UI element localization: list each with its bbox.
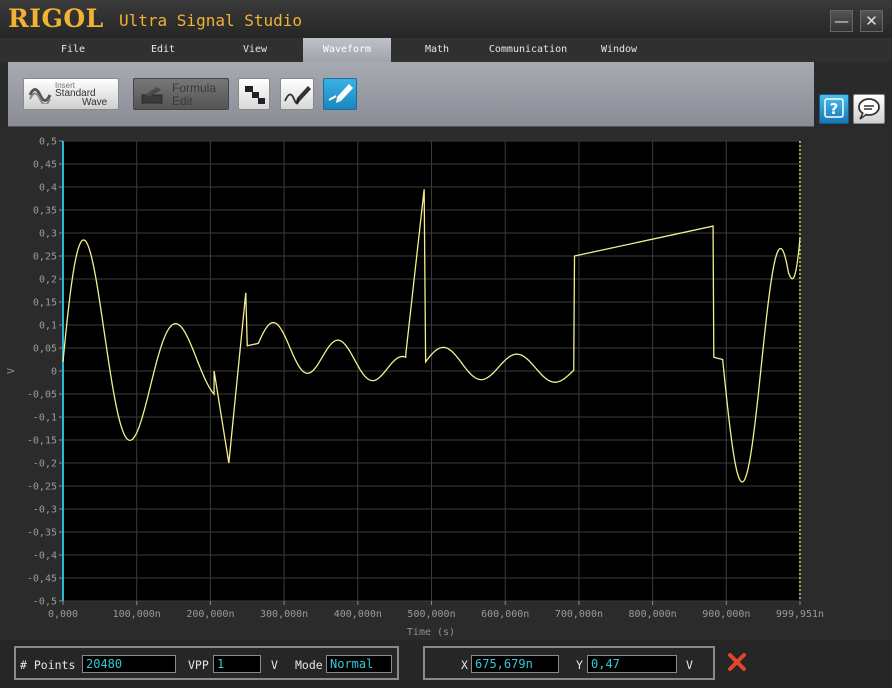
- points-label: # Points: [20, 658, 76, 672]
- x-tick-label: 600,000n: [481, 609, 529, 620]
- vpp-unit: V: [271, 658, 278, 672]
- mode-field[interactable]: Normal: [326, 655, 392, 673]
- y-tick-label: 0,5: [39, 137, 57, 148]
- help-icon: ?: [824, 98, 844, 118]
- waveform-chart[interactable]: 0,5 0,45 0,4 0,35 0,3 0,25 0,2 0,15 0,1 0,05 0 -0,0…: [0, 128, 892, 640]
- x-tick-label: 500,000n: [407, 609, 455, 620]
- x-tick-label: 700,000n: [555, 609, 603, 620]
- cursor-y-unit: V: [686, 658, 693, 672]
- y-tick-label: 0,45: [33, 160, 57, 171]
- x-tick-label: 400,000n: [334, 609, 382, 620]
- y-tick-label: 0: [51, 367, 57, 378]
- y-axis-ticks: 0,5 0,45 0,4 0,35 0,3 0,25 0,2 0,15 0,1 0,05 0 -0,0…: [27, 137, 63, 608]
- pencil-line-icon: [328, 84, 353, 103]
- cursor-x-label: X: [461, 658, 468, 672]
- y-tick-label: -0,45: [27, 574, 57, 585]
- menu-view[interactable]: View: [220, 38, 290, 62]
- y-tick-label: 0,4: [39, 183, 57, 194]
- app-title: Ultra Signal Studio: [119, 11, 303, 30]
- y-tick-label: 0,15: [33, 298, 57, 309]
- y-tick-label: 0,3: [39, 229, 57, 240]
- x-tick-label: 0,000: [48, 609, 78, 620]
- formula-edit-line2: Edit: [172, 94, 193, 108]
- insert-standard-wave-button[interactable]: Insert Standard Wave: [23, 78, 119, 110]
- menu-communication[interactable]: Communication: [480, 38, 576, 62]
- close-window-button[interactable]: ✕: [860, 10, 883, 32]
- y-tick-label: 0,1: [39, 321, 57, 332]
- feedback-button[interactable]: [853, 94, 885, 124]
- grid-lines: [62, 140, 801, 602]
- help-glyph: ?: [830, 100, 839, 118]
- vpp-label: VPP: [188, 658, 209, 672]
- menu-window[interactable]: Window: [584, 38, 654, 62]
- cursor-x-field[interactable]: 675,679n: [471, 655, 559, 673]
- x-tick-label: 800,000n: [629, 609, 677, 620]
- x-tick-label: 999,951n: [776, 609, 824, 620]
- menu-waveform[interactable]: Waveform: [303, 38, 391, 62]
- insert-wave-line3: Wave: [82, 97, 108, 108]
- x-tick-label: 300,000n: [260, 609, 308, 620]
- menu-math[interactable]: Math: [402, 38, 472, 62]
- y-tick-label: 0,25: [33, 252, 57, 263]
- waveform-toolbar: [8, 62, 814, 127]
- x-tick-label: 900,000n: [702, 609, 750, 620]
- y-tick-label: -0,25: [27, 482, 57, 493]
- formula-edit-icon: [141, 87, 163, 104]
- y-tick-label: 0,05: [33, 344, 57, 355]
- staircase-icon: [245, 86, 265, 104]
- mode-label: Mode: [295, 658, 323, 672]
- x-axis-ticks: 0,000 100,000n 200,000n 300,000n 400,000n 500…: [48, 601, 824, 620]
- formula-edit-line1: Formula: [172, 81, 217, 95]
- x-tick-label: 200,000n: [186, 609, 234, 620]
- y-tick-label: -0,35: [27, 528, 57, 539]
- sine-wave-icon: [28, 88, 52, 104]
- y-tick-label: 0,2: [39, 275, 57, 286]
- cursor-y-label: Y: [576, 658, 583, 672]
- points-field[interactable]: 20480: [82, 655, 176, 673]
- y-tick-label: -0,05: [27, 390, 57, 401]
- pencil-curve-icon: [284, 86, 311, 105]
- help-button[interactable]: ?: [819, 94, 849, 124]
- menu-file[interactable]: File: [38, 38, 108, 62]
- y-tick-label: -0,2: [33, 459, 57, 470]
- cursor-y-field[interactable]: 0,47: [587, 655, 677, 673]
- y-axis-label: V: [6, 368, 17, 374]
- freehand-draw-button[interactable]: [280, 78, 314, 110]
- vpp-field[interactable]: 1: [213, 655, 261, 673]
- speech-bubble-icon: [858, 98, 880, 120]
- y-tick-label: -0,3: [33, 505, 57, 516]
- staircase-tool-button[interactable]: [238, 78, 270, 110]
- y-tick-label: -0,1: [33, 413, 57, 424]
- x-tick-label: 100,000n: [113, 609, 161, 620]
- delete-icon[interactable]: [727, 652, 747, 672]
- minimize-button[interactable]: —: [830, 10, 853, 32]
- y-tick-label: 0,35: [33, 206, 57, 217]
- y-tick-label: -0,4: [33, 551, 57, 562]
- menu-edit[interactable]: Edit: [128, 38, 198, 62]
- x-axis-label: Time (s): [407, 627, 455, 638]
- rigol-logo: RIGOL: [8, 4, 104, 33]
- line-draw-button[interactable]: [323, 78, 357, 110]
- y-tick-label: -0,15: [27, 436, 57, 447]
- y-tick-label: -0,5: [33, 597, 57, 608]
- formula-edit-button[interactable]: Formula Edit: [133, 78, 229, 110]
